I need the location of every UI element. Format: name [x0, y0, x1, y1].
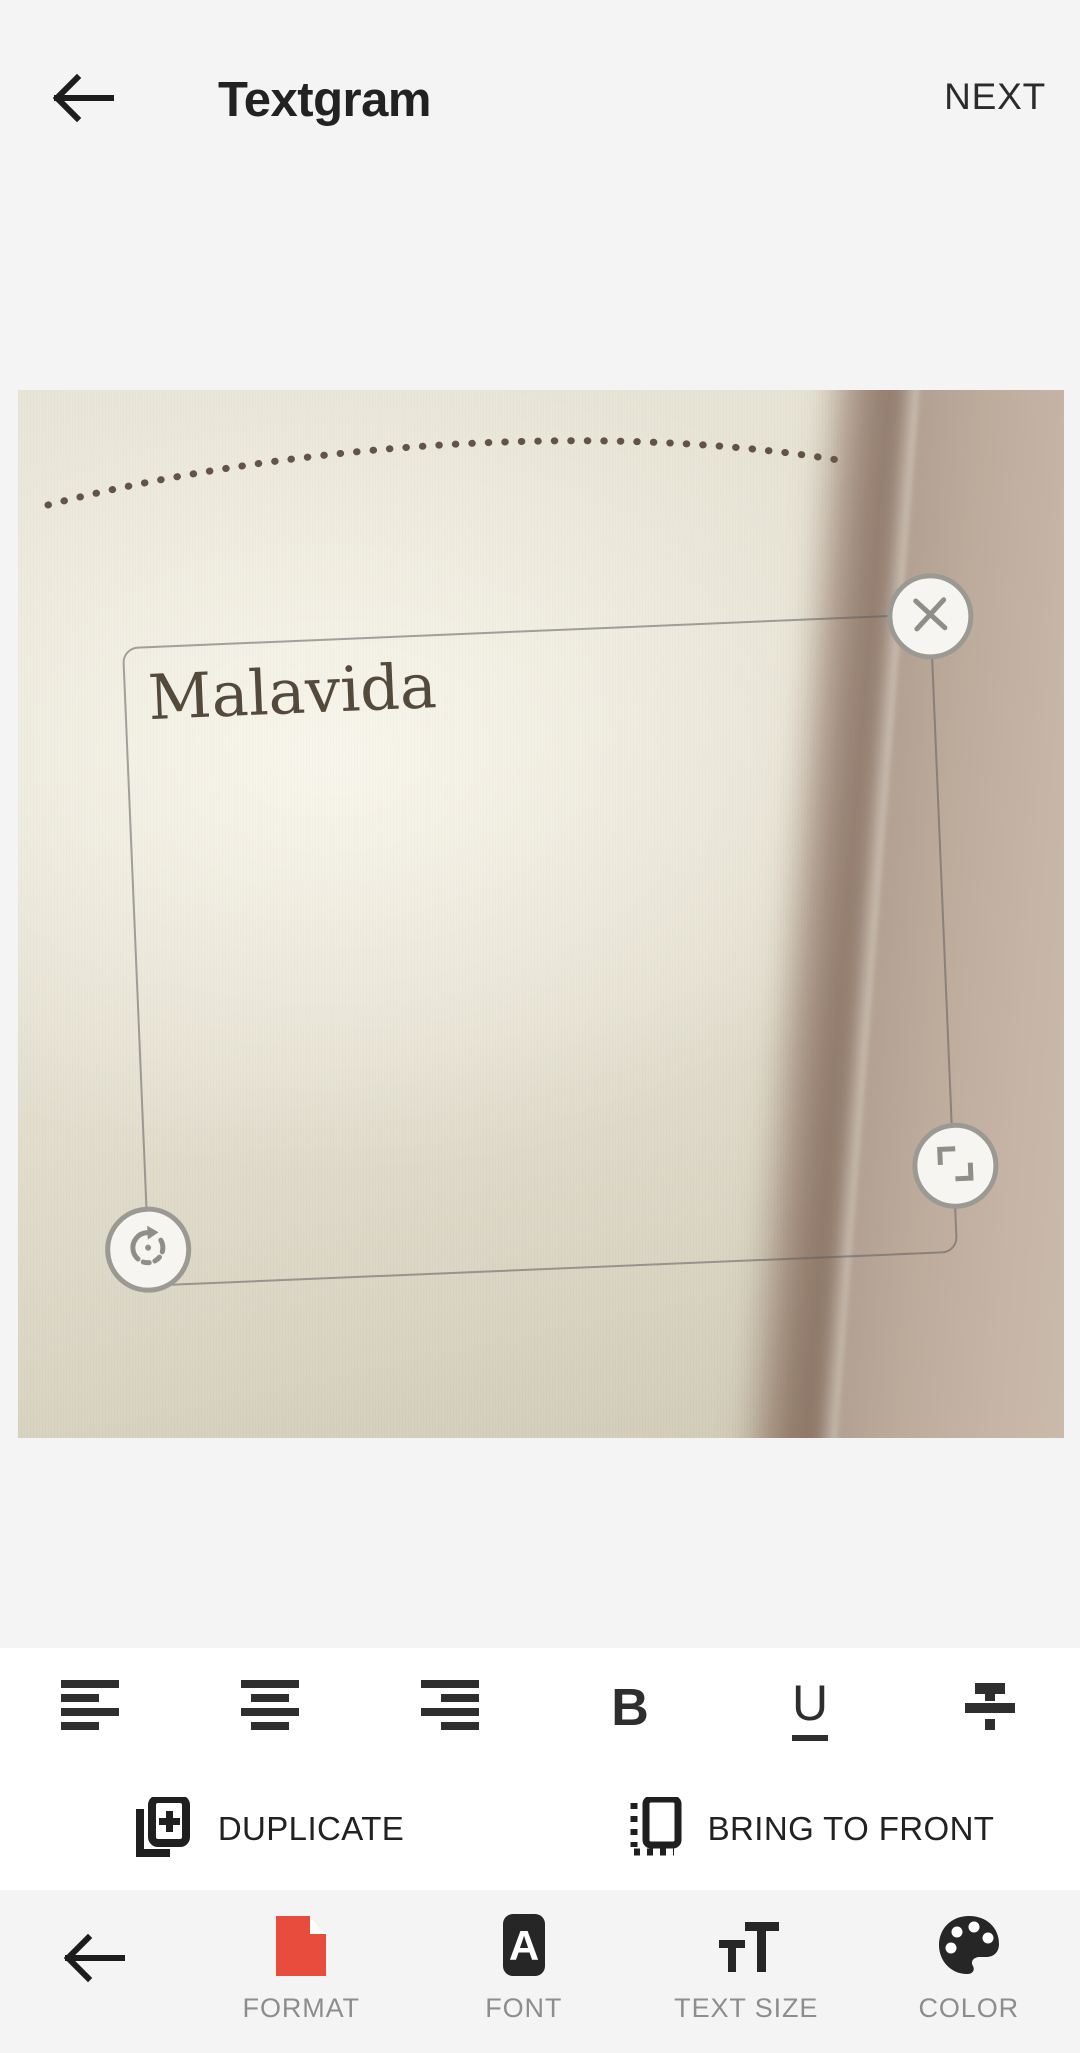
format-toolbar: B U DUPLICATE BRING TO FRONT — [0, 1648, 1080, 1890]
textgram-editor-screen: Textgram NEXT Malavida B U DUPLICATE BRI… — [0, 0, 1080, 2053]
duplicate-button[interactable]: DUPLICATE — [0, 1768, 540, 1890]
close-icon — [906, 590, 954, 643]
bottom-navigation: FORMAT A FONT TEXT SIZE COLOR — [0, 1890, 1080, 2053]
format-document-icon — [270, 1912, 332, 1980]
duplicate-label: DUPLICATE — [217, 1810, 405, 1847]
bring-to-front-icon — [626, 1795, 682, 1862]
arrow-left-icon — [52, 73, 115, 128]
nav-item-font[interactable]: A FONT — [413, 1890, 636, 2053]
bold-button[interactable]: B — [540, 1648, 720, 1768]
color-palette-icon — [936, 1912, 1002, 1980]
bring-to-front-button[interactable]: BRING TO FRONT — [540, 1768, 1080, 1890]
text-element-content[interactable]: Malavida — [146, 644, 439, 740]
text-element-box[interactable]: Malavida — [103, 571, 1001, 1295]
nav-item-color[interactable]: COLOR — [858, 1890, 1080, 2053]
nav-item-format[interactable]: FORMAT — [190, 1890, 413, 2053]
text-style-row: B U — [0, 1648, 1080, 1768]
font-a-icon: A — [493, 1912, 555, 1980]
duplicate-icon — [135, 1794, 192, 1862]
header-back-button[interactable] — [44, 60, 124, 140]
strikethrough-button[interactable] — [900, 1648, 1080, 1768]
nav-back-button[interactable] — [0, 1890, 190, 2053]
underline-button[interactable]: U — [720, 1648, 900, 1768]
bold-icon: B — [611, 1679, 649, 1737]
align-center-button[interactable] — [180, 1648, 360, 1768]
rotate-icon — [123, 1222, 173, 1277]
text-size-icon — [711, 1912, 781, 1980]
align-center-icon — [239, 1678, 301, 1739]
bring-to-front-label: BRING TO FRONT — [707, 1810, 995, 1847]
underline-icon: U — [791, 1675, 829, 1741]
photo-canvas[interactable]: Malavida — [18, 390, 1064, 1438]
page-title: Textgram — [218, 73, 431, 127]
resize-icon — [931, 1139, 979, 1192]
nav-item-text-size[interactable]: TEXT SIZE — [635, 1890, 858, 2053]
nav-label-color: COLOR — [918, 1993, 1020, 2023]
strikethrough-icon — [961, 1677, 1019, 1740]
align-left-button[interactable] — [0, 1648, 180, 1768]
text-action-row: DUPLICATE BRING TO FRONT — [0, 1768, 1080, 1890]
svg-text:A: A — [509, 1922, 539, 1969]
align-right-button[interactable] — [360, 1648, 540, 1768]
align-right-icon — [419, 1678, 481, 1739]
nav-label-font: FONT — [485, 1993, 563, 2023]
next-button[interactable]: NEXT — [944, 70, 1046, 124]
app-header: Textgram NEXT — [0, 0, 1080, 200]
align-left-icon — [59, 1678, 121, 1739]
arrow-left-icon — [63, 1933, 126, 1988]
nav-label-text-size: TEXT SIZE — [674, 1993, 819, 2023]
nav-label-format: FORMAT — [242, 1993, 360, 2023]
